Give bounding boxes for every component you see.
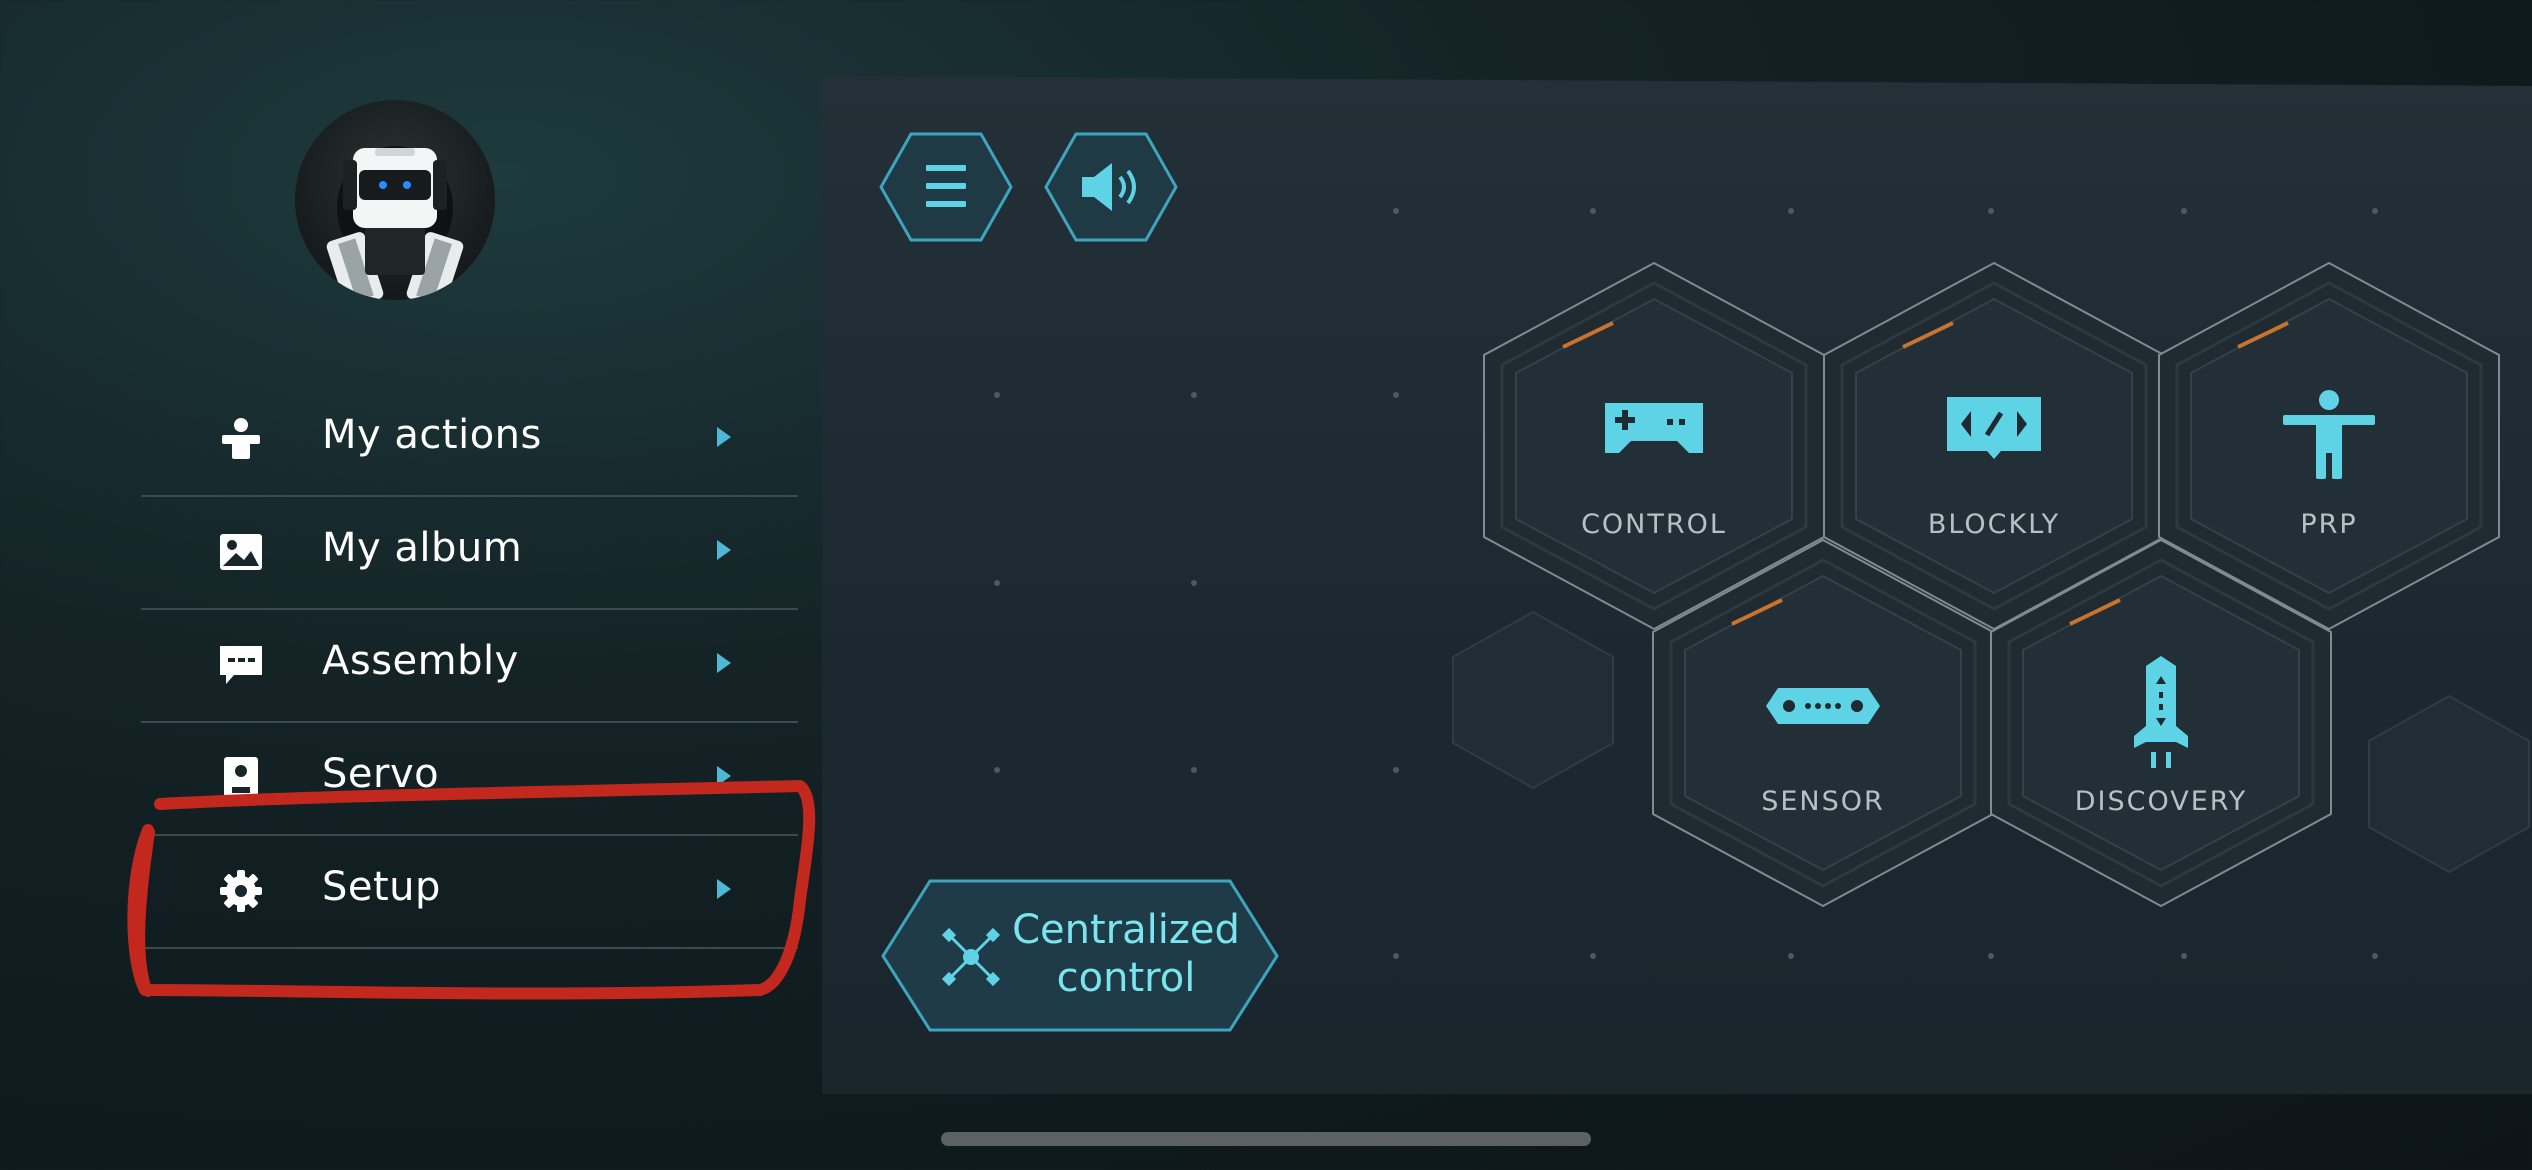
chevron-right-icon: [717, 427, 731, 447]
module-label: PRP: [2300, 509, 2358, 540]
gear-icon: [220, 870, 262, 912]
sound-button[interactable]: [1044, 131, 1178, 243]
servo-icon: [224, 757, 258, 799]
chevron-right-icon: [717, 766, 731, 786]
chevron-right-icon: [717, 879, 731, 899]
menu-button[interactable]: [879, 131, 1013, 243]
module-label: SENSOR: [1761, 786, 1885, 817]
sidebar-item-assembly[interactable]: Assembly: [141, 610, 798, 723]
centralized-control-label: Centralized control: [966, 906, 1286, 1002]
person-icon: [222, 418, 260, 459]
centralized-control-line2: control: [1056, 955, 1196, 1001]
sidebar-item-label: My album: [322, 525, 523, 571]
sidebar: My actions My album Assembly Servo Setup: [0, 0, 820, 1170]
sidebar-item-my-actions[interactable]: My actions: [141, 384, 798, 497]
sidebar-menu: My actions My album Assembly Servo Setup: [141, 384, 798, 949]
sidebar-item-label: My actions: [322, 412, 542, 458]
sidebar-item-my-album[interactable]: My album: [141, 497, 798, 610]
decorative-hexagon: [2368, 694, 2530, 874]
chevron-right-icon: [717, 540, 731, 560]
module-discovery[interactable]: DISCOVERY: [1988, 538, 2334, 908]
chat-icon: [220, 646, 262, 684]
chevron-right-icon: [717, 653, 731, 673]
sensor-icon: [1766, 688, 1880, 724]
sidebar-item-label: Assembly: [322, 638, 519, 684]
sidebar-item-label: Servo: [322, 751, 440, 797]
sidebar-item-setup[interactable]: Setup: [141, 836, 798, 949]
robot-avatar[interactable]: [295, 100, 495, 300]
module-label: DISCOVERY: [2074, 786, 2248, 817]
code-block-icon: [1947, 397, 2041, 459]
centralized-control-line1: Centralized: [1012, 907, 1240, 953]
decorative-hexagon: [1452, 610, 1614, 790]
sidebar-item-servo[interactable]: Servo: [141, 723, 798, 836]
module-sensor[interactable]: SENSOR: [1650, 538, 1996, 908]
image-icon: [220, 534, 262, 570]
home-indicator[interactable]: [941, 1132, 1591, 1146]
sidebar-item-label: Setup: [322, 864, 441, 910]
module-label: BLOCKLY: [1927, 509, 2061, 540]
module-label: CONTROL: [1581, 509, 1727, 540]
